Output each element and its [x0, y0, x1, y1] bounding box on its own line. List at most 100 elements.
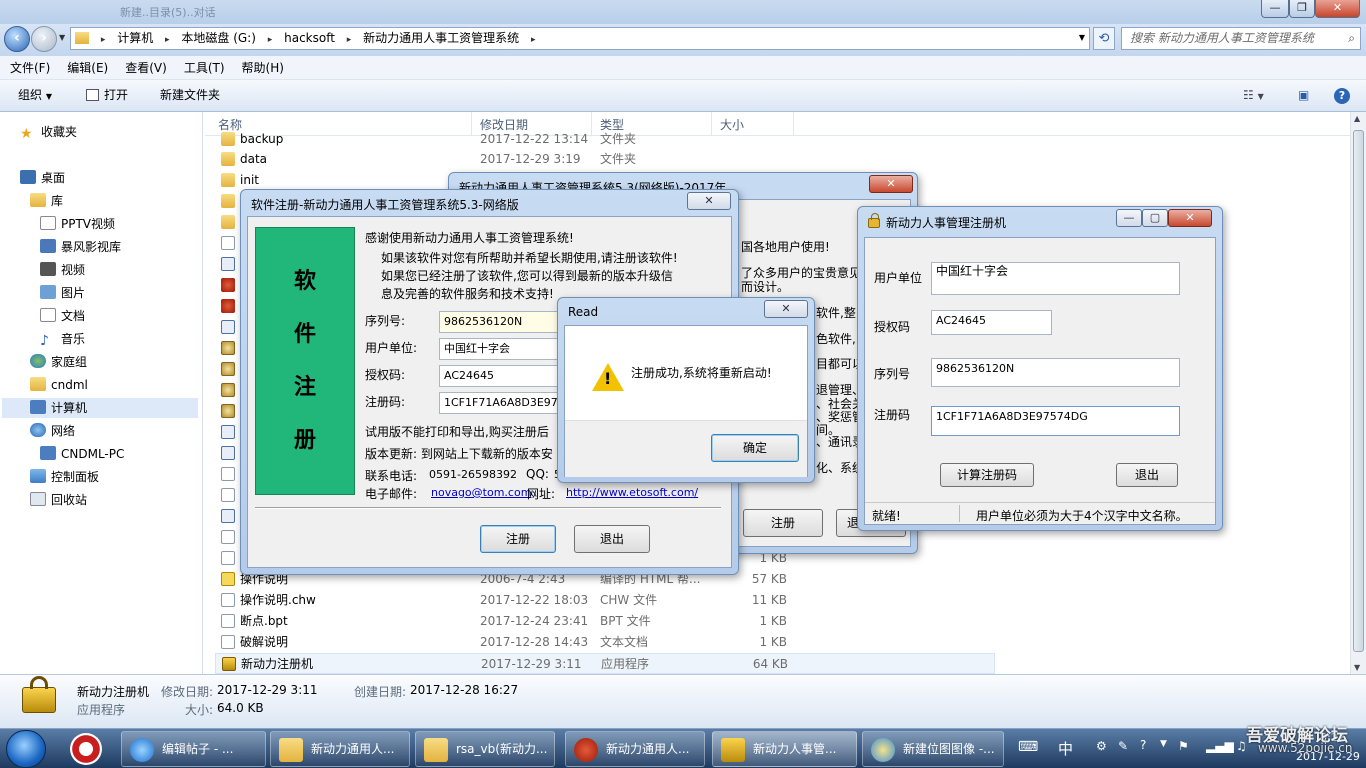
organize-label: 组织	[18, 88, 43, 102]
maximize-button[interactable]: ▢	[1142, 209, 1168, 227]
breadcrumb-item[interactable]: 计算机	[113, 28, 157, 49]
banner-char: 册	[293, 428, 318, 453]
ok-button[interactable]: 确定	[711, 434, 799, 462]
taskbar-item[interactable]: 新动力人事管...	[712, 731, 857, 767]
keygen-window[interactable]: 新动力人事管理注册机 — ▢ ✕ 用户单位 中国红十字会 授权码 AC24645…	[857, 206, 1223, 531]
close-button[interactable]: ✕	[1315, 0, 1360, 18]
sidebar-item-music[interactable]: ♪ 音乐	[40, 329, 85, 349]
taskbar-item[interactable]: rsa_vb(新动力...	[415, 731, 555, 767]
minimize-button[interactable]: —	[1116, 209, 1142, 227]
scroll-thumb[interactable]	[1353, 130, 1364, 652]
search-input[interactable]: 搜索 新动力通用人事工资管理系统 ⌕	[1121, 27, 1361, 50]
sidebar-item-control-panel[interactable]: 控制面板	[30, 467, 99, 487]
breadcrumb-separator-icon[interactable]: ▸	[264, 35, 277, 45]
address-bar[interactable]: ▸ 计算机 ▸ 本地磁盘 (G:) ▸ hacksoft ▸ 新动力通用人事工资…	[70, 27, 1090, 50]
breadcrumb-separator-icon[interactable]: ▸	[97, 35, 110, 45]
register-button[interactable]: 注册	[480, 525, 556, 553]
sidebar-item-desktop[interactable]: 桌面	[20, 168, 65, 188]
scroll-down-icon[interactable]: ▼	[1354, 663, 1360, 672]
compute-regcode-button[interactable]: 计算注册码	[940, 463, 1034, 487]
organize-button[interactable]: 组织 ▼	[18, 80, 52, 112]
breadcrumb-separator-icon[interactable]: ▸	[343, 35, 356, 45]
signal-icon[interactable]: ▂▄▆	[1206, 739, 1234, 753]
email-link[interactable]: novago@tom.com	[431, 486, 531, 499]
note-icon[interactable]: ✎	[1118, 739, 1128, 753]
taskbar-item[interactable]: 编辑帖子 - ...	[121, 731, 266, 767]
pinned-app-icon[interactable]	[70, 733, 102, 765]
maximize-button[interactable]: ❐	[1289, 0, 1315, 18]
menu-file[interactable]: 文件(F)	[0, 56, 57, 80]
message-box[interactable]: Read ✕ ! 注册成功,系统将重新启动! 确定	[557, 297, 815, 483]
tray-chevron-icon[interactable]: ▼	[1160, 739, 1167, 749]
menu-edit[interactable]: 编辑(E)	[57, 56, 115, 80]
settings-icon[interactable]: ⚙	[1096, 739, 1107, 753]
menu-view[interactable]: 查看(V)	[115, 56, 174, 80]
sidebar-item-network[interactable]: 网络	[30, 421, 75, 441]
breadcrumb-separator-icon[interactable]: ▸	[161, 35, 174, 45]
sidebar-item-libraries[interactable]: 库	[30, 191, 63, 211]
sidebar-item-pptv[interactable]: PPTV视频	[40, 214, 115, 234]
register-button[interactable]: 注册	[743, 509, 823, 537]
sidebar-item-recycle-bin[interactable]: 回收站	[30, 490, 87, 510]
sidebar-item-pictures[interactable]: 图片	[40, 283, 85, 303]
auth-field[interactable]: AC24645	[931, 310, 1052, 335]
sidebar-item-favorites[interactable]: ★ 收藏夹	[20, 122, 77, 142]
breadcrumb-item[interactable]: hacksoft	[280, 28, 339, 49]
search-icon[interactable]: ⌕	[1348, 28, 1355, 49]
close-button[interactable]: ✕	[687, 192, 731, 210]
folder-icon	[221, 194, 235, 208]
web-link[interactable]: http://www.etosoft.com/	[566, 486, 698, 499]
file-row-selected[interactable]: 新动力注册机 2017-12-29 3:11 应用程序 64 KB	[215, 653, 995, 674]
sidebar-item-baofeng[interactable]: 暴风影视库	[40, 237, 121, 257]
folder-icon	[221, 215, 235, 229]
sidebar-item-documents[interactable]: 文档	[40, 306, 85, 326]
taskbar-item[interactable]: 新建位图图像 -...	[862, 731, 1004, 767]
ime-indicator[interactable]: 中	[1058, 738, 1073, 759]
folder-icon	[71, 28, 93, 49]
exit-button[interactable]: 退出	[1116, 463, 1178, 487]
serial-field[interactable]: 9862536120N	[931, 358, 1180, 387]
sidebar-item-videos[interactable]: 视频	[40, 260, 85, 280]
action-center-icon[interactable]: ⚑	[1178, 739, 1189, 753]
start-button[interactable]	[6, 730, 46, 768]
menu-tools[interactable]: 工具(T)	[174, 56, 232, 80]
new-folder-button[interactable]: 新建文件夹	[160, 80, 220, 111]
minimize-button[interactable]: —	[1261, 0, 1289, 18]
close-button[interactable]: ✕	[1168, 209, 1212, 227]
recent-pages-chevron-icon[interactable]: ▼	[59, 33, 65, 42]
address-dropdown-icon[interactable]: ▼	[1079, 33, 1085, 42]
menu-help[interactable]: 帮助(H)	[232, 56, 291, 80]
close-button[interactable]: ✕	[764, 300, 808, 318]
unit-field[interactable]: 中国红十字会	[931, 262, 1180, 295]
preview-pane-icon[interactable]: ▣	[1298, 80, 1309, 111]
vertical-scrollbar[interactable]: ▲ ▼	[1350, 112, 1366, 674]
back-button[interactable]: ‹	[4, 26, 30, 52]
open-button[interactable]: 打开	[86, 80, 128, 111]
breadcrumb-item[interactable]: 新动力通用人事工资管理系统	[359, 28, 523, 49]
sidebar-item-homegroup[interactable]: 家庭组	[30, 352, 87, 372]
file-row[interactable]: data 2017-12-29 3:19 文件夹	[215, 149, 995, 170]
folder-icon	[221, 152, 235, 166]
sidebar-item-pc[interactable]: CNDML-PC	[40, 444, 124, 464]
exit-button[interactable]: 退出	[574, 525, 650, 553]
file-row[interactable]: 断点.bpt 2017-12-24 23:41 BPT 文件 1 KB	[215, 611, 995, 632]
keyboard-icon[interactable]: ⌨	[1018, 739, 1038, 755]
file-row[interactable]: 破解说明 2017-12-28 14:43 文本文档 1 KB	[215, 632, 995, 653]
sidebar-item-computer[interactable]: 计算机	[2, 398, 198, 418]
taskbar-item[interactable]: 新动力通用人...	[565, 731, 705, 767]
regcode-field[interactable]: 1CF1F71A6A8D3E97574DG	[931, 406, 1180, 436]
music-icon: ♪	[40, 333, 49, 349]
refresh-button[interactable]: ⟲	[1093, 27, 1115, 50]
file-row[interactable]: 操作说明.chw 2017-12-22 18:03 CHW 文件 11 KB	[215, 590, 995, 611]
forward-button[interactable]: ›	[31, 26, 57, 52]
scroll-up-icon[interactable]: ▲	[1354, 114, 1360, 123]
file-row[interactable]: backup 2017-12-22 13:14 文件夹	[215, 129, 995, 150]
sidebar-item-user[interactable]: cndml	[30, 375, 88, 395]
breadcrumb-item[interactable]: 本地磁盘 (G:)	[177, 28, 260, 49]
taskbar-item[interactable]: 新动力通用人...	[270, 731, 410, 767]
breadcrumb-separator-icon[interactable]: ▸	[527, 35, 540, 45]
view-options-icon[interactable]: ☷ ▼	[1243, 80, 1264, 112]
help-icon[interactable]: ?	[1334, 80, 1350, 111]
close-button[interactable]: ✕	[869, 175, 913, 193]
help-icon[interactable]: ?	[1140, 738, 1146, 752]
